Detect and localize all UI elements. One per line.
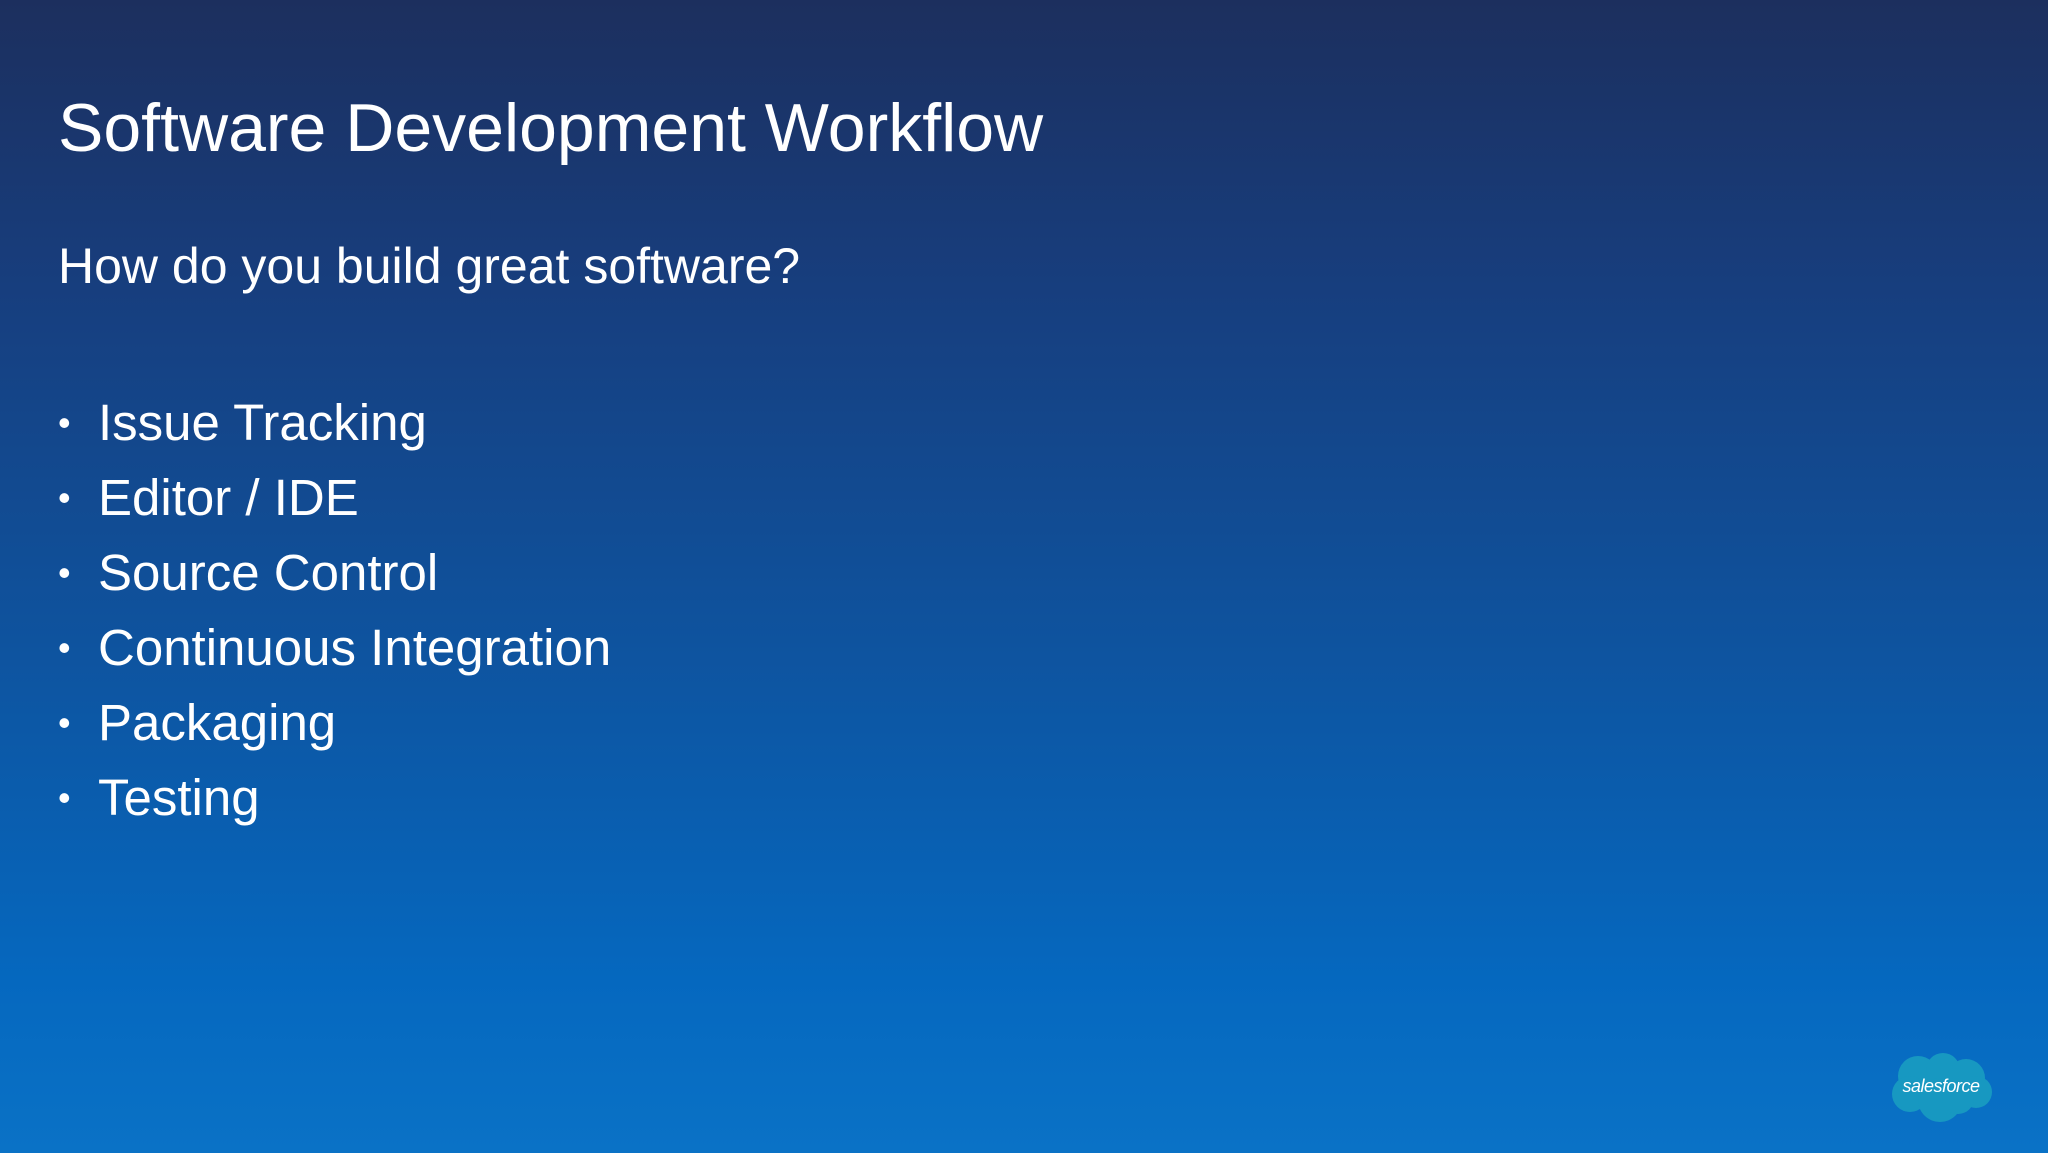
bullet-text: Source Control <box>98 544 439 601</box>
salesforce-logo: salesforce <box>1888 1052 1994 1124</box>
bullet-list: • Issue Tracking • Editor / IDE • Source… <box>58 385 611 835</box>
bullet-text: Issue Tracking <box>98 394 427 451</box>
slide-subtitle: How do you build great software? <box>58 238 801 294</box>
bullet-text: Continuous Integration <box>98 619 612 676</box>
bullet-text: Packaging <box>98 694 337 751</box>
bullet-icon: • <box>58 776 71 818</box>
slide: Software Development Workflow How do you… <box>0 0 2048 1153</box>
bullet-text: Editor / IDE <box>98 469 359 526</box>
list-item: • Testing <box>58 760 611 835</box>
slide-title: Software Development Workflow <box>58 90 1044 166</box>
logo-text: salesforce <box>1902 1076 1980 1096</box>
bullet-icon: • <box>58 551 71 593</box>
bullet-icon: • <box>58 476 71 518</box>
bullet-icon: • <box>58 701 71 743</box>
list-item: • Editor / IDE <box>58 460 611 535</box>
bullet-text: Testing <box>98 769 260 826</box>
list-item: • Source Control <box>58 535 611 610</box>
bullet-icon: • <box>58 401 71 443</box>
bullet-icon: • <box>58 626 71 668</box>
list-item: • Continuous Integration <box>58 610 611 685</box>
list-item: • Issue Tracking <box>58 385 611 460</box>
list-item: • Packaging <box>58 685 611 760</box>
